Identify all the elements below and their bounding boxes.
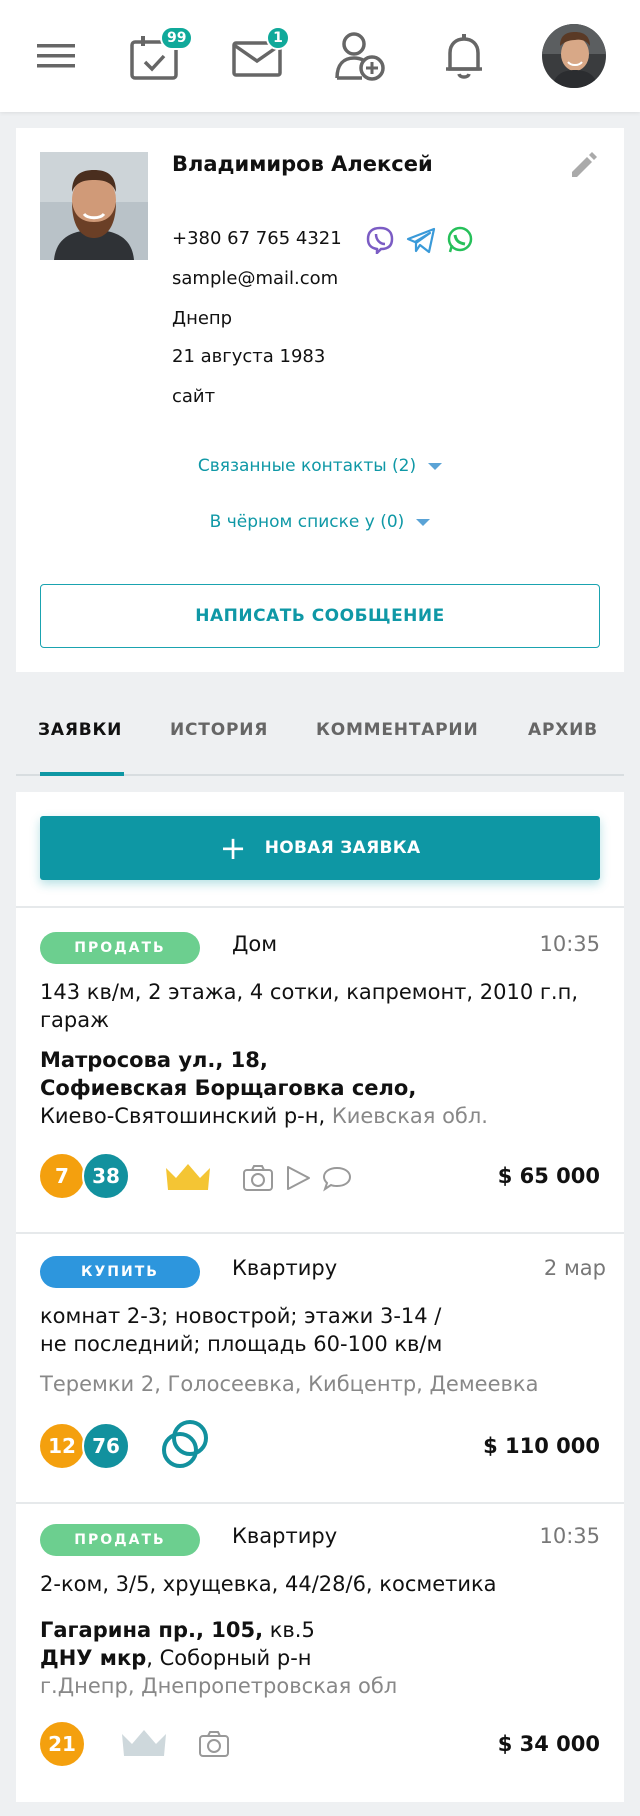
camera-icon[interactable] bbox=[198, 1730, 230, 1762]
tab-archive[interactable]: АРХИВ bbox=[528, 720, 598, 740]
address-district: Киево-Святошинский р-н, bbox=[40, 1104, 326, 1128]
request-time: 10:35 bbox=[539, 1524, 600, 1548]
request-item[interactable]: ПРОДАТЬ Дом 10:35 143 кв/м, 2 этажа, 4 с… bbox=[16, 908, 624, 1232]
address-region: Киевская обл. bbox=[331, 1104, 488, 1128]
user-avatar[interactable] bbox=[542, 24, 606, 88]
crown-icon bbox=[120, 1728, 168, 1762]
related-contacts-label: Связанные контакты (2) bbox=[197, 456, 417, 476]
related-contacts-link[interactable]: Связанные контакты (2) bbox=[16, 456, 624, 476]
contact-birthday: 21 августа 1983 bbox=[172, 346, 326, 367]
comment-icon[interactable] bbox=[322, 1166, 352, 1196]
request-time: 2 мар bbox=[543, 1256, 606, 1280]
request-item[interactable]: КУПИТЬ Квартиру 2 мар комнат 2-3; новост… bbox=[16, 1234, 624, 1502]
new-request-button[interactable]: + НОВАЯ ЗАЯВКА bbox=[40, 816, 600, 880]
mail-badge: 1 bbox=[266, 26, 290, 50]
address-street: Гагарина пр., 105, bbox=[40, 1618, 264, 1642]
status-badge: КУПИТЬ bbox=[40, 1256, 200, 1288]
requests-list: + НОВАЯ ЗАЯВКА ПРОДАТЬ Дом 10:35 143 кв/… bbox=[16, 792, 624, 1802]
request-time: 10:35 bbox=[539, 932, 600, 956]
overlap-circles-icon bbox=[160, 1416, 214, 1474]
request-description: 143 кв/м, 2 этажа, 4 сотки, капремонт, 2… bbox=[40, 980, 579, 1032]
address-locality: Софиевская Борщаговка село, bbox=[40, 1076, 417, 1100]
contact-city: Днепр bbox=[172, 308, 233, 329]
price: $ 110 000 bbox=[483, 1434, 600, 1458]
address-district: , Соборный р-н bbox=[146, 1646, 312, 1670]
tab-requests[interactable]: ЗАЯВКИ bbox=[38, 720, 122, 740]
tab-history[interactable]: ИСТОРИЯ bbox=[170, 720, 268, 740]
write-message-button[interactable]: НАПИСАТЬ СООБЩЕНИЕ bbox=[40, 584, 600, 648]
request-description: 2-ком, 3/5, хрущевка, 44/28/6, косметика bbox=[40, 1572, 497, 1596]
count-badge-orange[interactable]: 21 bbox=[38, 1720, 86, 1768]
hamburger-icon[interactable] bbox=[36, 40, 76, 72]
count-badge-teal[interactable]: 76 bbox=[82, 1422, 130, 1470]
address-apartment: кв.5 bbox=[269, 1618, 315, 1642]
blacklist-link[interactable]: В чёрном списке у (0) bbox=[16, 512, 624, 532]
calendar-badge: 99 bbox=[160, 26, 194, 50]
description-line: не последний; площадь 60-100 кв/м bbox=[40, 1332, 443, 1356]
telegram-icon[interactable] bbox=[406, 226, 436, 258]
contact-site[interactable]: сайт bbox=[172, 386, 215, 407]
contact-phone[interactable]: +380 67 765 4321 bbox=[172, 228, 342, 249]
property-type: Квартиру bbox=[232, 1256, 338, 1280]
caret-down-icon bbox=[416, 518, 431, 526]
price: $ 34 000 bbox=[497, 1732, 600, 1756]
request-locations: Теремки 2, Голосеевка, Кибцентр, Демеевк… bbox=[40, 1372, 539, 1396]
request-item[interactable]: ПРОДАТЬ Квартиру 10:35 2-ком, 3/5, хруще… bbox=[16, 1504, 624, 1800]
address-street: Матросова ул., 18, bbox=[40, 1048, 268, 1072]
viber-icon[interactable] bbox=[366, 226, 394, 258]
status-badge: ПРОДАТЬ bbox=[40, 1524, 200, 1556]
address-region: г.Днепр, Днепропетровская обл bbox=[40, 1674, 398, 1698]
blacklist-label: В чёрном списке у (0) bbox=[209, 512, 405, 532]
top-bar: 99 1 bbox=[0, 0, 640, 112]
address-microdistrict: ДНУ мкр bbox=[40, 1646, 147, 1670]
contact-photo bbox=[40, 152, 148, 260]
whatsapp-icon[interactable] bbox=[446, 226, 474, 258]
bell-icon[interactable] bbox=[442, 32, 486, 80]
caret-down-icon bbox=[428, 462, 443, 470]
count-badge-orange[interactable]: 7 bbox=[38, 1152, 86, 1200]
new-request-label: НОВАЯ ЗАЯВКА bbox=[264, 838, 421, 858]
property-type: Квартиру bbox=[232, 1524, 338, 1548]
property-type: Дом bbox=[232, 932, 278, 956]
play-icon[interactable] bbox=[284, 1164, 312, 1196]
camera-icon[interactable] bbox=[242, 1164, 274, 1196]
plus-icon: + bbox=[219, 829, 247, 867]
contact-email[interactable]: sample@mail.com bbox=[172, 268, 338, 289]
request-address: Гагарина пр., 105, кв.5 ДНУ мкр, Соборны… bbox=[40, 1616, 600, 1700]
contact-name: Владимиров Алексей bbox=[172, 152, 433, 176]
request-description: комнат 2-3; новострой; этажи 3-14 / не п… bbox=[40, 1302, 600, 1358]
tabs-bar: ЗАЯВКИ ИСТОРИЯ КОММЕНТАРИИ АРХИВ bbox=[16, 700, 624, 776]
status-badge: ПРОДАТЬ bbox=[40, 932, 200, 964]
contact-card: Владимиров Алексей +380 67 765 4321 samp… bbox=[16, 128, 624, 672]
price: $ 65 000 bbox=[497, 1164, 600, 1188]
request-address: Матросова ул., 18, Софиевская Борщаговка… bbox=[40, 1046, 600, 1130]
count-badge-orange[interactable]: 12 bbox=[38, 1422, 86, 1470]
description-line: комнат 2-3; новострой; этажи 3-14 / bbox=[40, 1304, 442, 1328]
count-badge-teal[interactable]: 38 bbox=[82, 1152, 130, 1200]
pencil-icon[interactable] bbox=[568, 150, 598, 184]
tab-comments[interactable]: КОММЕНТАРИИ bbox=[316, 720, 479, 740]
crown-icon bbox=[164, 1162, 212, 1196]
user-plus-icon[interactable] bbox=[334, 30, 386, 82]
active-tab-indicator bbox=[40, 772, 124, 776]
